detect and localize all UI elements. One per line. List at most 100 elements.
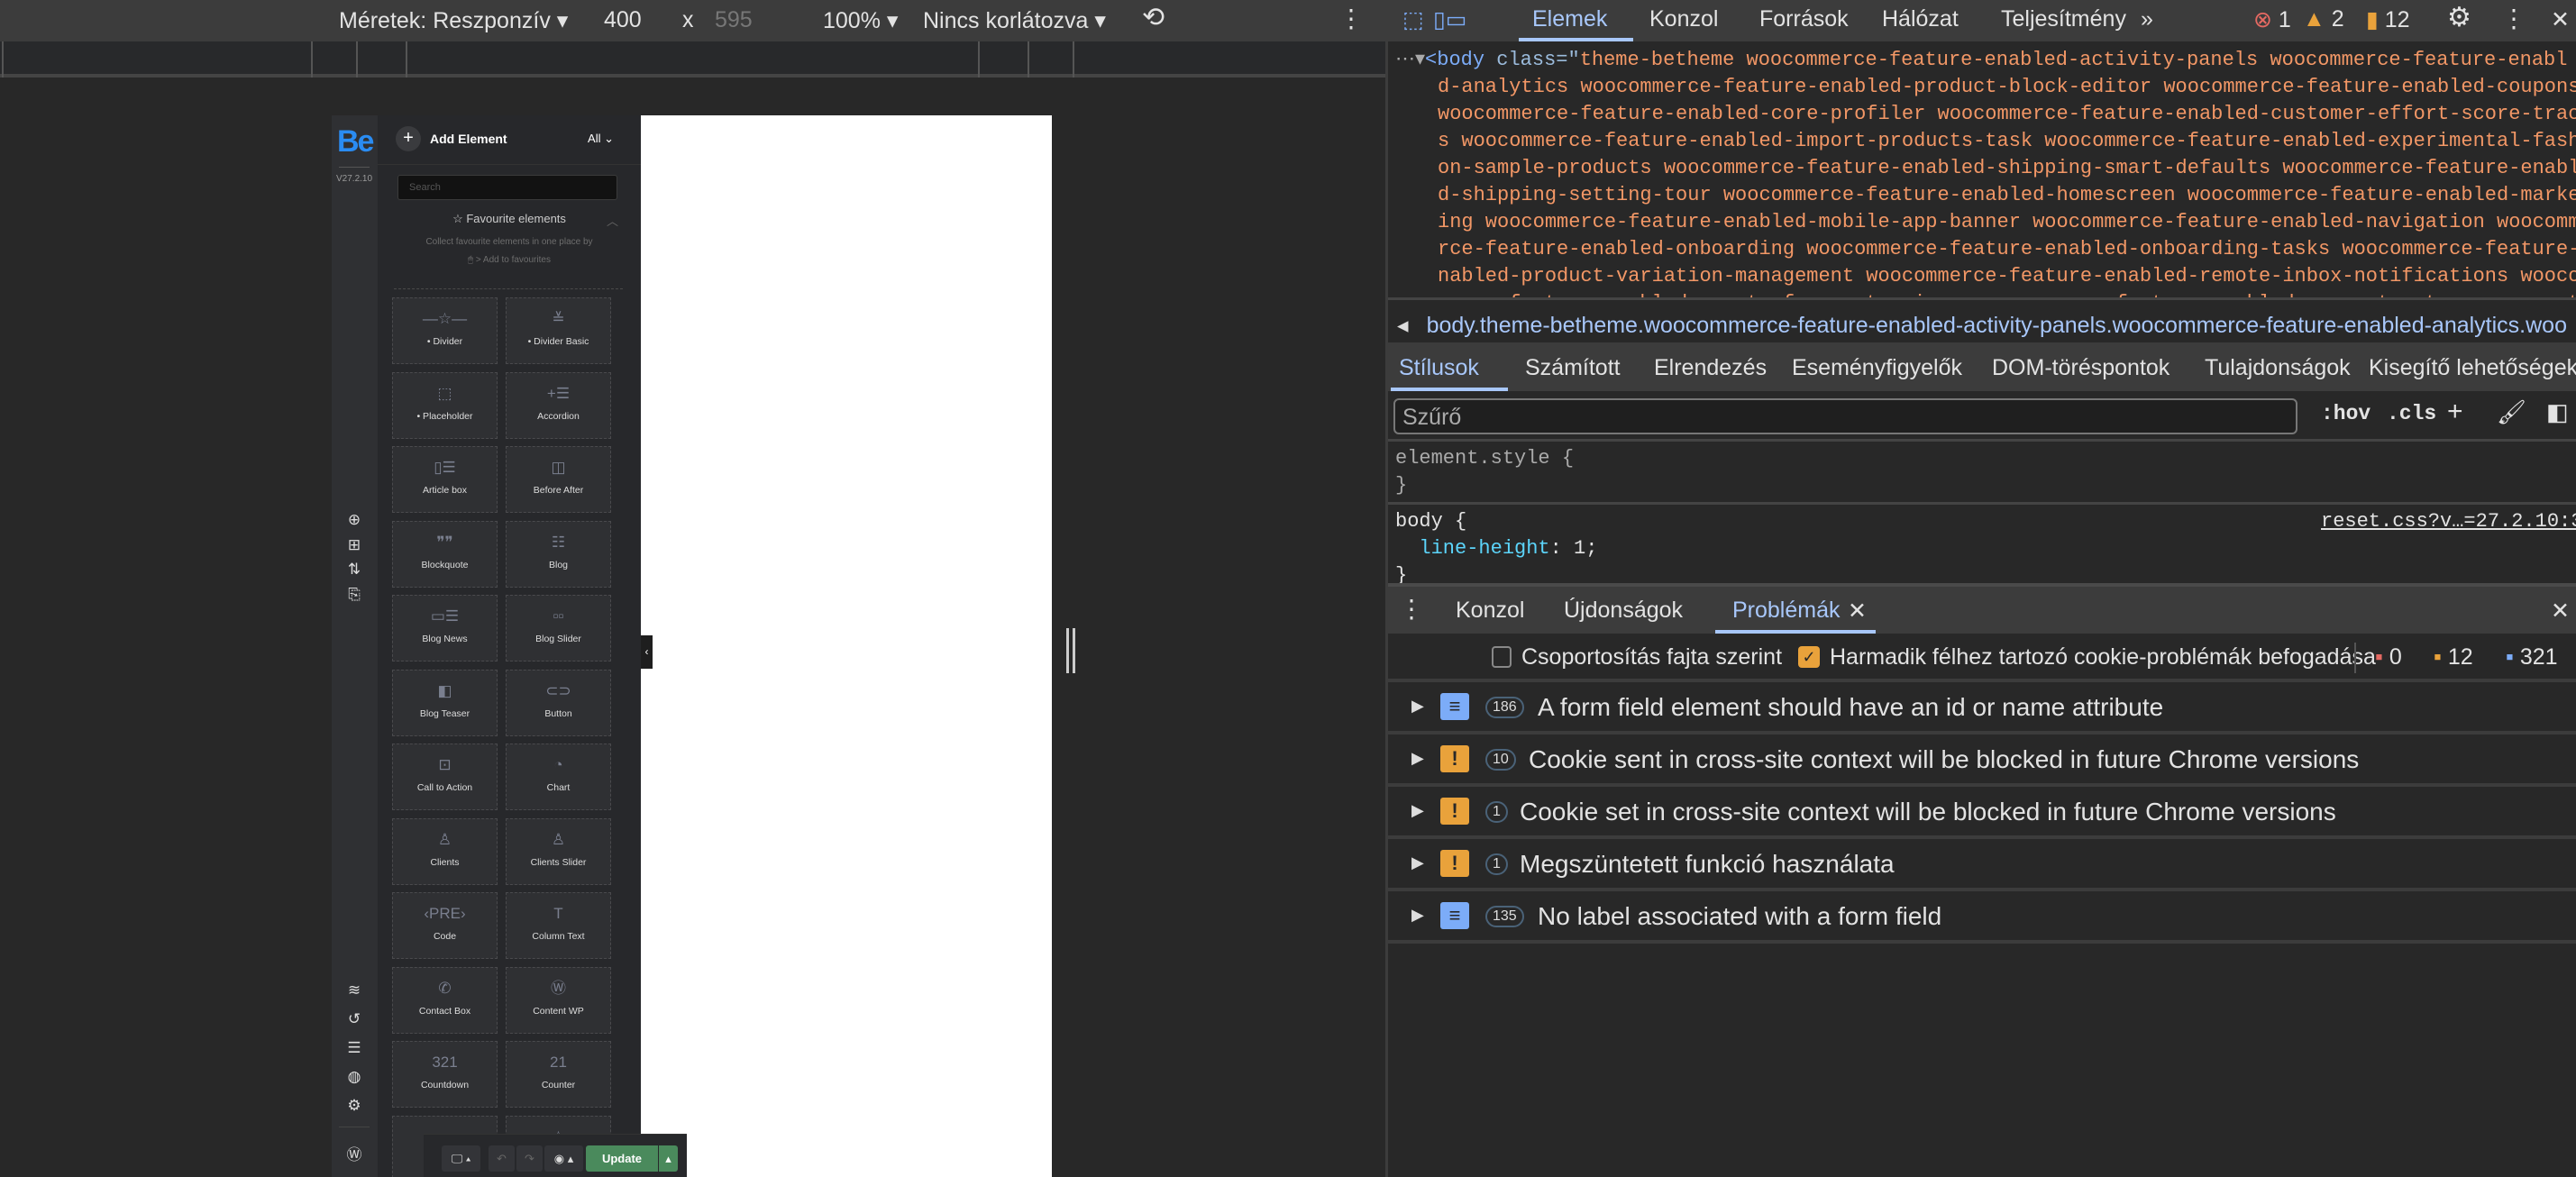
inspect-element-icon[interactable]: ⬚ [1402, 6, 1424, 33]
element-card[interactable]: ‹PRE› Code [392, 892, 498, 959]
element-style-rule[interactable]: element.style {} [1395, 445, 1574, 499]
drawer-tab-ujdonsagok[interactable]: Újdonságok [1564, 598, 1683, 624]
element-card[interactable]: ⊂⊃ Button [506, 669, 611, 736]
tab-esemenyfigyelok[interactable]: Eseményfigyelők [1792, 355, 1962, 381]
zoom-select[interactable]: 100% ▾ [823, 7, 898, 34]
property-name[interactable]: line-height [1419, 537, 1549, 560]
source-link[interactable]: reset.css?v…=27.2.10:3 [2321, 508, 2576, 535]
expand-icon[interactable]: ▶ [1411, 749, 1424, 768]
update-options-button[interactable]: ▴ [659, 1145, 678, 1172]
issues-count[interactable]: ▮ 12 [2366, 6, 2410, 33]
collapse-panel-button[interactable]: ‹ [641, 635, 653, 669]
element-card[interactable]: 321 Countdown [392, 1041, 498, 1108]
height-input[interactable]: 595 [715, 7, 753, 33]
tab-kisegito[interactable]: Kisegítő lehetőségek [2369, 355, 2576, 381]
resize-handle[interactable] [1066, 628, 1075, 673]
rotate-icon[interactable]: ⟲ [1142, 2, 1165, 33]
breadcrumb[interactable]: ◂ body.theme-betheme.woocommerce-feature-… [1388, 297, 2576, 342]
close-drawer-icon[interactable]: ✕ [2551, 598, 2570, 625]
redo-button[interactable]: ↷ [516, 1145, 543, 1172]
device-toolbar-icon[interactable]: ▯▭ [1433, 6, 1466, 33]
dom-node-body[interactable]: ⋯▾<body class="theme-betheme woocommerce… [1388, 47, 2576, 74]
body-rule[interactable]: body { line-height: 1;} [1395, 508, 1597, 589]
drawer-menu-icon[interactable]: ⋮ [1399, 594, 1424, 624]
settings-sliders-icon[interactable]: ☰ [344, 1038, 364, 1058]
element-card[interactable]: ◫ Before After [506, 446, 611, 513]
issue-row[interactable]: ▶! 1 Megszüntetett funkció használata [1388, 839, 2576, 891]
globe-icon[interactable]: ◍ [344, 1067, 364, 1087]
throttle-select[interactable]: Nincs korlátozva ▾ [923, 7, 1106, 34]
element-card[interactable]: ◔ Chart [506, 744, 611, 810]
close-devtools-icon[interactable]: ✕ [2551, 6, 2570, 33]
element-card[interactable]: ⊡ Call to Action [392, 744, 498, 810]
issue-row[interactable]: ▶! 10 Cookie sent in cross-site context wi… [1388, 734, 2576, 787]
layers-icon[interactable]: ≋ [344, 981, 364, 1000]
element-card[interactable]: ▯☰ Article box [392, 446, 498, 513]
paint-brush-icon[interactable]: 🖌 [2497, 398, 2526, 426]
property-value[interactable]: : 1; [1550, 537, 1598, 560]
history-icon[interactable]: ↺ [344, 1009, 364, 1029]
gear-icon[interactable]: ⚙ [344, 1096, 364, 1116]
import-icon[interactable]: ⎘ [344, 585, 364, 605]
close-tab-icon[interactable]: ✕ [1848, 598, 1867, 625]
device-preview-button[interactable]: 🖵 ▴ [442, 1145, 480, 1172]
tab-forrasok[interactable]: Források [1759, 6, 1849, 32]
expand-icon[interactable]: ▶ [1411, 801, 1424, 820]
preview-button[interactable]: ◉ ▴ [544, 1145, 583, 1172]
filter-input[interactable]: Szűrő [1393, 398, 2297, 434]
toggle-sidebar-icon[interactable]: ◧ [2546, 398, 2569, 426]
warning-count[interactable]: ▲ 2 [2303, 6, 2344, 32]
undo-button[interactable]: ↶ [489, 1145, 515, 1172]
favourites-header[interactable]: ☆ Favourite elements ︿ [378, 212, 641, 229]
element-card[interactable]: ❞❞ Blockquote [392, 520, 498, 588]
issue-row[interactable]: ▶ ≡ 186 A form field element should have an… [1388, 682, 2576, 734]
update-button[interactable]: Update [586, 1145, 658, 1172]
element-card[interactable]: ♙ Clients [392, 817, 498, 885]
drawer-tab-problemak[interactable]: Problémák [1732, 598, 1841, 624]
width-input[interactable]: 400 [604, 7, 642, 33]
tab-stilusok[interactable]: Stílusok [1399, 355, 1479, 381]
prebuilt-sections-icon[interactable]: ⊞ [344, 535, 364, 555]
cls-button[interactable]: .cls [2387, 402, 2436, 425]
element-card[interactable]: ▫▫ Blog Slider [506, 595, 611, 661]
chevron-up-icon[interactable]: ︿ [607, 212, 618, 229]
scroll-left-icon[interactable]: ◂ [1397, 313, 1409, 338]
expand-icon[interactable]: ▶ [1411, 697, 1424, 716]
element-card[interactable]: Ⓦ Content WP [506, 966, 611, 1034]
wordpress-icon[interactable]: Ⓦ [344, 1145, 364, 1165]
issue-row[interactable]: ▶! 1 Cookie set in cross-site context will… [1388, 787, 2576, 839]
element-card[interactable]: ≚ • Divider Basic [506, 297, 611, 364]
tab-szamitott[interactable]: Számított [1525, 355, 1621, 381]
dimensions-select[interactable]: Méretek: Reszponzív ▾ [339, 7, 568, 34]
dom-tree[interactable]: ⋯▾<body class="theme-betheme woocommerce… [1388, 41, 2576, 297]
add-section-icon[interactable]: ⊕ [344, 510, 364, 530]
error-count[interactable]: ⊗ 1 [2253, 6, 2291, 33]
tab-elrendezes[interactable]: Elrendezés [1654, 355, 1767, 381]
category-filter[interactable]: All ⌄ [588, 132, 614, 146]
element-card[interactable]: ⬚ • Placeholder [392, 371, 498, 439]
breadcrumb-item[interactable]: body.theme-betheme.woocommerce-feature-e… [1427, 313, 2567, 338]
tab-halozat[interactable]: Hálózat [1882, 6, 1959, 32]
element-card[interactable]: +☰ Accordion [506, 371, 611, 439]
expand-icon[interactable]: ▶ [1411, 853, 1424, 872]
element-card[interactable]: ♙ Clients Slider [506, 817, 611, 885]
tab-teljesitmeny[interactable]: Teljesítmény [2001, 6, 2126, 32]
sort-icon[interactable]: ⇅ [344, 560, 364, 579]
search-input[interactable]: Search [397, 175, 617, 200]
expand-icon[interactable]: ▶ [1411, 906, 1424, 925]
more-options-icon[interactable]: ⋮ [2501, 4, 2526, 33]
settings-icon[interactable]: ⚙ [2447, 2, 2471, 33]
tab-konzol[interactable]: Konzol [1649, 6, 1718, 32]
tab-dom-torespontok[interactable]: DOM-töréspontok [1992, 355, 2170, 381]
element-card[interactable]: ✆ Contact Box [392, 966, 498, 1034]
tab-tulajdonsagok[interactable]: Tulajdonságok [2205, 355, 2351, 381]
more-options-icon[interactable]: ⋮ [1338, 4, 1364, 33]
element-card[interactable]: ◧ Blog Teaser [392, 669, 498, 736]
element-card[interactable]: ☷ Blog [506, 520, 611, 588]
element-card[interactable]: —☆— • Divider [392, 297, 498, 364]
element-card[interactable]: T Column Text [506, 892, 611, 959]
new-rule-icon[interactable]: + [2447, 397, 2463, 427]
tab-elemek[interactable]: Elemek [1532, 6, 1607, 32]
element-card[interactable]: ▭☰ Blog News [392, 595, 498, 661]
hov-button[interactable]: :hov [2321, 402, 2370, 425]
